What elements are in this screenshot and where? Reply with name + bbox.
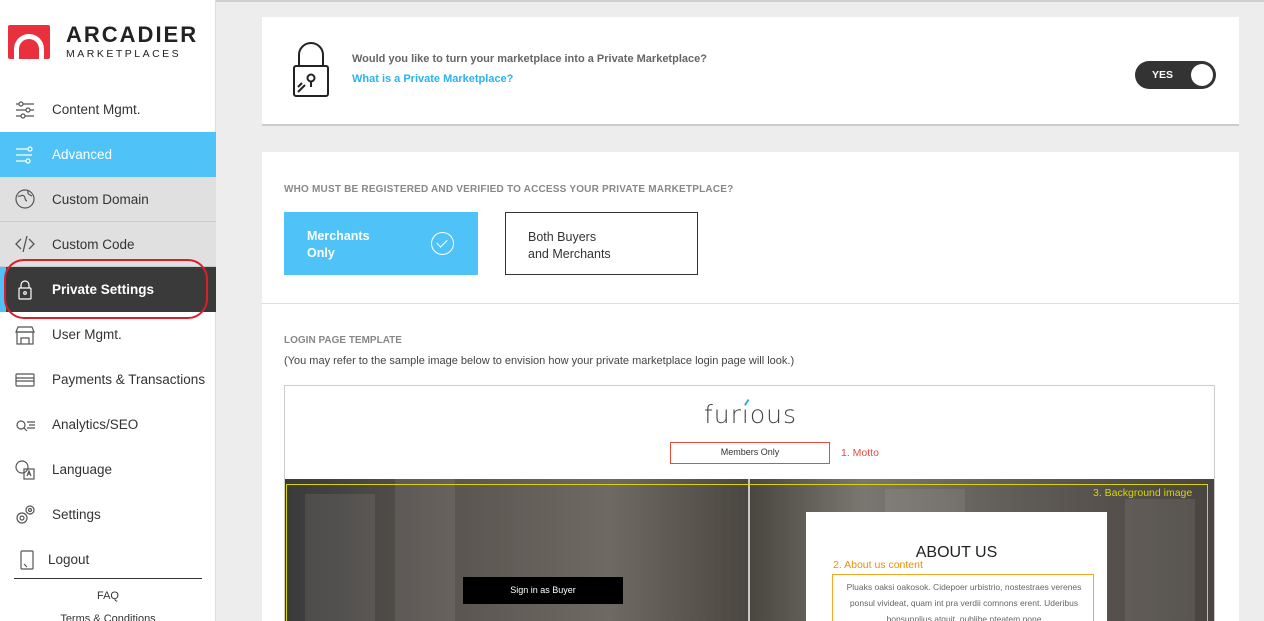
background-annotation: 3. Background image: [1093, 487, 1193, 499]
sidebar-item-payments[interactable]: Payments & Transactions: [0, 357, 216, 402]
option-merchants-only[interactable]: Merchants Only: [284, 212, 478, 275]
private-question: Would you like to turn your marketplace …: [352, 53, 707, 65]
motto-annotation: 1. Motto: [841, 447, 879, 459]
login-template-preview: furious Members Only 1. Motto 3. Backgro…: [284, 385, 1215, 621]
about-text: Pluaks oaksi oakosok. Cidepoer urbistrio…: [846, 582, 1082, 621]
toggle-knob: [1191, 64, 1213, 86]
sidebar-item-label: Custom Domain: [52, 191, 149, 207]
sidebar-item-label: Content Mgmt.: [52, 102, 141, 117]
option-label: Merchants Only: [307, 229, 370, 260]
code-icon: [15, 235, 35, 253]
sidebar-item-label: Logout: [48, 552, 90, 567]
access-settings-card: WHO MUST BE REGISTERED AND VERIFIED TO A…: [262, 152, 1239, 621]
sidebar-divider: [14, 578, 202, 579]
sidebar-item-language[interactable]: Language: [0, 447, 216, 492]
analytics-icon: [16, 419, 35, 431]
brand-logo[interactable]: ARCADIER MARKETPLACES: [8, 22, 208, 62]
sidebar-item-label: Payments & Transactions: [52, 372, 206, 387]
sample-background-image: 3. Background image Sign in as Buyer ABO…: [285, 479, 1214, 621]
sample-about-panel: ABOUT US 2. About us content Pluaks oaks…: [806, 512, 1107, 621]
sidebar-item-label: Analytics/SEO: [52, 417, 139, 432]
language-icon: [15, 459, 35, 480]
access-heading: WHO MUST BE REGISTERED AND VERIFIED TO A…: [284, 184, 734, 195]
brand-name: ARCADIER: [66, 22, 199, 47]
sample-signin-button: Sign in as Buyer: [463, 577, 623, 604]
faq-link[interactable]: FAQ: [0, 590, 216, 602]
logout-icon: [20, 549, 34, 570]
sidebar-item-label: Advanced: [52, 147, 113, 162]
sidebar: ARCADIER MARKETPLACES Content Mgmt. Adva…: [0, 0, 216, 621]
terms-link[interactable]: Terms & Conditions: [0, 613, 216, 621]
sliders-icon: [16, 100, 34, 119]
private-marketplace-card: Would you like to turn your marketplace …: [262, 17, 1239, 126]
login-template-note: (You may refer to the sample image below…: [284, 355, 795, 367]
card-icon: [15, 372, 35, 387]
sidebar-item-label: Language: [52, 462, 113, 477]
sidebar-item-settings[interactable]: Settings: [0, 492, 216, 537]
sidebar-nav: Content Mgmt. Advanced Custom Domain Cus…: [0, 87, 216, 582]
section-divider: [262, 303, 1239, 304]
sidebar-item-logout[interactable]: Logout: [0, 537, 216, 582]
option-label: Both Buyers and Merchants: [528, 230, 611, 261]
private-info-link[interactable]: What is a Private Marketplace?: [352, 73, 513, 85]
sidebar-item-label: Custom Code: [52, 236, 135, 252]
sidebar-item-custom-domain[interactable]: Custom Domain: [0, 177, 216, 222]
top-divider: [216, 0, 1264, 2]
login-template-heading: LOGIN PAGE TEMPLATE: [284, 335, 402, 346]
sidebar-item-advanced[interactable]: Advanced: [0, 132, 216, 177]
arcadier-logo-icon: [8, 25, 50, 59]
sidebar-item-label: Settings: [52, 507, 101, 522]
private-marketplace-toggle[interactable]: YES: [1135, 61, 1216, 89]
sample-motto: Members Only: [670, 442, 830, 464]
option-buyers-and-merchants[interactable]: Both Buyers and Merchants: [505, 212, 698, 275]
globe-icon: [15, 189, 35, 209]
padlock-icon: [293, 42, 329, 97]
highlight-annotation: [4, 259, 208, 319]
brand-subtitle: MARKETPLACES: [66, 48, 182, 60]
store-icon: [15, 325, 35, 345]
sidebar-item-content-mgmt[interactable]: Content Mgmt.: [0, 87, 216, 132]
sidebar-item-analytics[interactable]: Analytics/SEO: [0, 402, 216, 447]
about-content-frame: Pluaks oaksi oakosok. Cidepoer urbistrio…: [832, 574, 1094, 621]
about-annotation: 2. About us content: [833, 559, 923, 571]
gear-icon: [16, 504, 35, 524]
sidebar-item-label: User Mgmt.: [52, 327, 122, 342]
toggle-label: YES: [1152, 69, 1174, 81]
advanced-icon: [16, 145, 33, 164]
check-circle-icon: [431, 232, 454, 255]
